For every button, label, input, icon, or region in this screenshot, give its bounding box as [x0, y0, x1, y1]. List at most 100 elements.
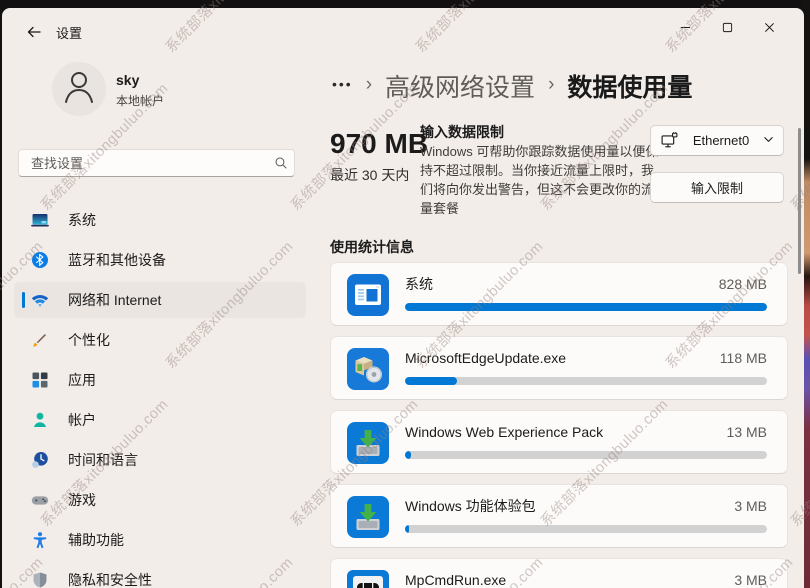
usage-row-body: 系统 828 MB — [405, 274, 767, 325]
user-name: sky — [116, 72, 139, 88]
usage-row: MpCmdRun.exe 3 MB — [330, 558, 788, 588]
maximize-button[interactable] — [706, 14, 748, 44]
network-icon — [30, 290, 50, 310]
chevron-right-icon: › — [366, 74, 372, 99]
app-usage-value: 118 MB — [720, 350, 767, 366]
sidebar-item-network[interactable]: 网络和 Internet — [14, 282, 306, 318]
sidebar-item-time-language[interactable]: 时间和语言 — [14, 442, 306, 478]
maximize-icon — [722, 20, 733, 38]
usage-row-body: MicrosoftEdgeUpdate.exe 118 MB — [405, 348, 767, 399]
download-app-icon — [347, 496, 389, 538]
breadcrumb-parent[interactable]: 高级网络设置 — [385, 68, 535, 104]
sidebar-item-gaming[interactable]: 游戏 — [14, 482, 306, 518]
sidebar-item-system[interactable]: 系统 — [14, 202, 306, 238]
window-controls — [664, 14, 790, 44]
sidebar-item-label: 辅助功能 — [68, 530, 124, 550]
data-limit-heading: 输入数据限制 — [420, 122, 504, 142]
app-name: MpCmdRun.exe — [405, 572, 506, 588]
chevron-down-icon — [763, 132, 774, 150]
usage-list: 系统 828 MB MicrosoftEdgeUpdate.exe 118 MB Win… — [330, 262, 788, 588]
search-input[interactable] — [19, 156, 268, 171]
app-name: Windows Web Experience Pack — [405, 424, 603, 440]
sidebar-item-accessibility[interactable]: 辅助功能 — [14, 522, 306, 558]
search-box[interactable] — [18, 149, 295, 177]
user-icon — [52, 62, 106, 116]
usage-progress-fill — [405, 377, 457, 385]
settings-window: 设置 sky 本地帐户 系统蓝牙和其他设备网络和 Internet个性化应用帐户… — [2, 8, 804, 588]
sidebar-item-label: 游戏 — [68, 490, 96, 510]
accounts-icon — [30, 410, 50, 430]
app-name: MicrosoftEdgeUpdate.exe — [405, 350, 566, 366]
window-title: 设置 — [56, 23, 82, 42]
app-usage-value: 828 MB — [719, 276, 767, 292]
vertical-scrollbar-thumb[interactable] — [798, 128, 801, 274]
sidebar-item-label: 网络和 Internet — [68, 290, 161, 310]
download-app-icon — [347, 422, 389, 464]
system-icon — [30, 210, 50, 230]
desktop-frame: 设置 sky 本地帐户 系统蓝牙和其他设备网络和 Internet个性化应用帐户… — [0, 0, 810, 588]
desktop-wallpaper-strip — [803, 0, 810, 588]
usage-progressbar — [405, 377, 767, 385]
breadcrumb-ellipsis-button[interactable]: ••• — [332, 76, 353, 96]
system-app-icon — [347, 274, 389, 316]
usage-period: 最近 30 天内 — [330, 165, 409, 185]
sidebar-item-label: 应用 — [68, 370, 96, 390]
back-arrow-icon — [26, 24, 42, 45]
app-usage-value: 3 MB — [734, 572, 767, 588]
ethernet-icon — [660, 131, 679, 150]
user-account-type: 本地帐户 — [116, 92, 164, 109]
usage-row-body: Windows Web Experience Pack 13 MB — [405, 422, 767, 473]
gaming-icon — [30, 490, 50, 510]
app-name: 系统 — [405, 274, 433, 294]
usage-progress-fill — [405, 303, 767, 311]
sidebar-item-label: 时间和语言 — [68, 450, 138, 470]
app-name: Windows 功能体验包 — [405, 496, 536, 516]
enter-limit-button[interactable]: 输入限制 — [650, 172, 784, 203]
bluetooth-icon — [30, 250, 50, 270]
sidebar-item-label: 蓝牙和其他设备 — [68, 250, 166, 270]
usage-row: Windows Web Experience Pack 13 MB — [330, 410, 788, 474]
adapter-dropdown[interactable]: Ethernet0 — [650, 125, 784, 156]
accessibility-icon — [30, 530, 50, 550]
time-language-icon — [30, 450, 50, 470]
back-button[interactable] — [22, 22, 46, 46]
installer-app-icon — [347, 348, 389, 390]
page-title: 数据使用量 — [567, 68, 692, 104]
sidebar-item-apps[interactable]: 应用 — [14, 362, 306, 398]
minimize-button[interactable] — [664, 14, 706, 44]
usage-progressbar — [405, 451, 767, 459]
sidebar-item-label: 系统 — [68, 210, 96, 230]
sidebar-item-label: 帐户 — [68, 410, 96, 430]
chevron-right-icon: › — [548, 74, 554, 99]
usage-row-body: Windows 功能体验包 3 MB — [405, 496, 767, 547]
usage-progress-fill — [405, 525, 409, 533]
close-button[interactable] — [748, 14, 790, 44]
sidebar-item-bluetooth[interactable]: 蓝牙和其他设备 — [14, 242, 306, 278]
sidebar-item-personalization[interactable]: 个性化 — [14, 322, 306, 358]
usage-row-body: MpCmdRun.exe 3 MB — [405, 570, 767, 588]
app-usage-value: 3 MB — [734, 498, 767, 514]
usage-progressbar — [405, 525, 767, 533]
sidebar-item-label: 隐私和安全性 — [68, 570, 152, 588]
usage-row: MicrosoftEdgeUpdate.exe 118 MB — [330, 336, 788, 400]
search-icon — [268, 156, 294, 170]
defender-app-icon — [347, 570, 389, 588]
total-usage-value: 970 MB — [330, 128, 428, 160]
usage-row: Windows 功能体验包 3 MB — [330, 484, 788, 548]
breadcrumb: ••• › 高级网络设置 › 数据使用量 — [332, 68, 692, 104]
sidebar-item-privacy[interactable]: 隐私和安全性 — [14, 562, 306, 588]
close-icon — [764, 20, 775, 38]
sidebar-item-accounts[interactable]: 帐户 — [14, 402, 306, 438]
app-usage-value: 13 MB — [727, 424, 767, 440]
usage-progressbar — [405, 303, 767, 311]
sidebar-nav: 系统蓝牙和其他设备网络和 Internet 个性化应用帐户时间和语言游戏辅助功能隐… — [14, 202, 306, 588]
data-limit-description: Windows 可帮助你跟踪数据使用量以便保持不超过限制。当你接近流量上限时，我… — [420, 142, 660, 218]
adapter-selected-value: Ethernet0 — [679, 133, 763, 148]
minimize-icon — [680, 20, 691, 38]
usage-progress-fill — [405, 451, 411, 459]
sidebar-item-label: 个性化 — [68, 330, 110, 350]
personalization-icon — [30, 330, 50, 350]
apps-icon — [30, 370, 50, 390]
usage-row: 系统 828 MB — [330, 262, 788, 326]
avatar — [52, 62, 106, 116]
